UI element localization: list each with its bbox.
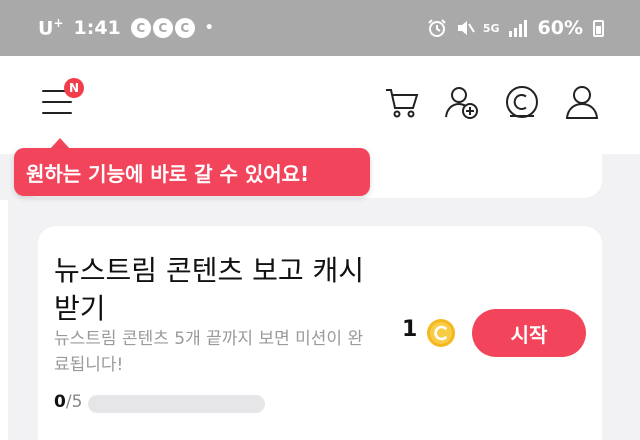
notification-c-icon: C: [174, 17, 195, 38]
notification-c-icon: C: [130, 17, 151, 38]
signal-icon: [508, 20, 527, 37]
new-badge: N: [64, 78, 84, 98]
system-icons: 5G: [427, 18, 528, 38]
status-time: 1:41: [73, 16, 121, 39]
menu-tooltip[interactable]: 원하는 기능에 바로 갈 수 있어요!: [14, 148, 370, 196]
app-header: N: [0, 56, 640, 154]
mute-icon: [457, 21, 475, 35]
cash-coin-icon[interactable]: [504, 84, 540, 120]
network-type-label: 5G: [482, 21, 500, 35]
mission-description: 뉴스트림 콘텐츠 5개 끝까지 보면 미션이 완료됩니다!: [54, 329, 364, 375]
battery-icon: [593, 19, 604, 37]
progress-bar: [88, 395, 265, 413]
add-friend-icon[interactable]: [444, 84, 480, 120]
carrier-label: U+: [38, 16, 64, 40]
status-left: U+ 1:41 C C C •: [38, 16, 214, 39]
status-bar: U+ 1:41 C C C • 5G 60%: [0, 0, 640, 56]
more-notifications-dot: •: [204, 19, 214, 36]
status-right: 5G 60%: [427, 17, 604, 39]
cart-icon[interactable]: [384, 84, 420, 120]
battery-percent: 60%: [537, 17, 583, 39]
notification-c-icon: C: [152, 17, 173, 38]
mission-title: 뉴스트림 콘텐츠 보고 캐시 받기: [54, 254, 365, 325]
start-mission-button[interactable]: 시작: [472, 309, 586, 357]
side-card-edge: [0, 200, 8, 440]
coin-icon: [427, 319, 455, 347]
progress-count: 0/5: [54, 392, 83, 412]
alarm-icon: [428, 19, 446, 37]
profile-icon[interactable]: [564, 84, 600, 120]
notification-icons: C C C: [130, 17, 195, 38]
reward-amount: 1: [402, 317, 418, 342]
